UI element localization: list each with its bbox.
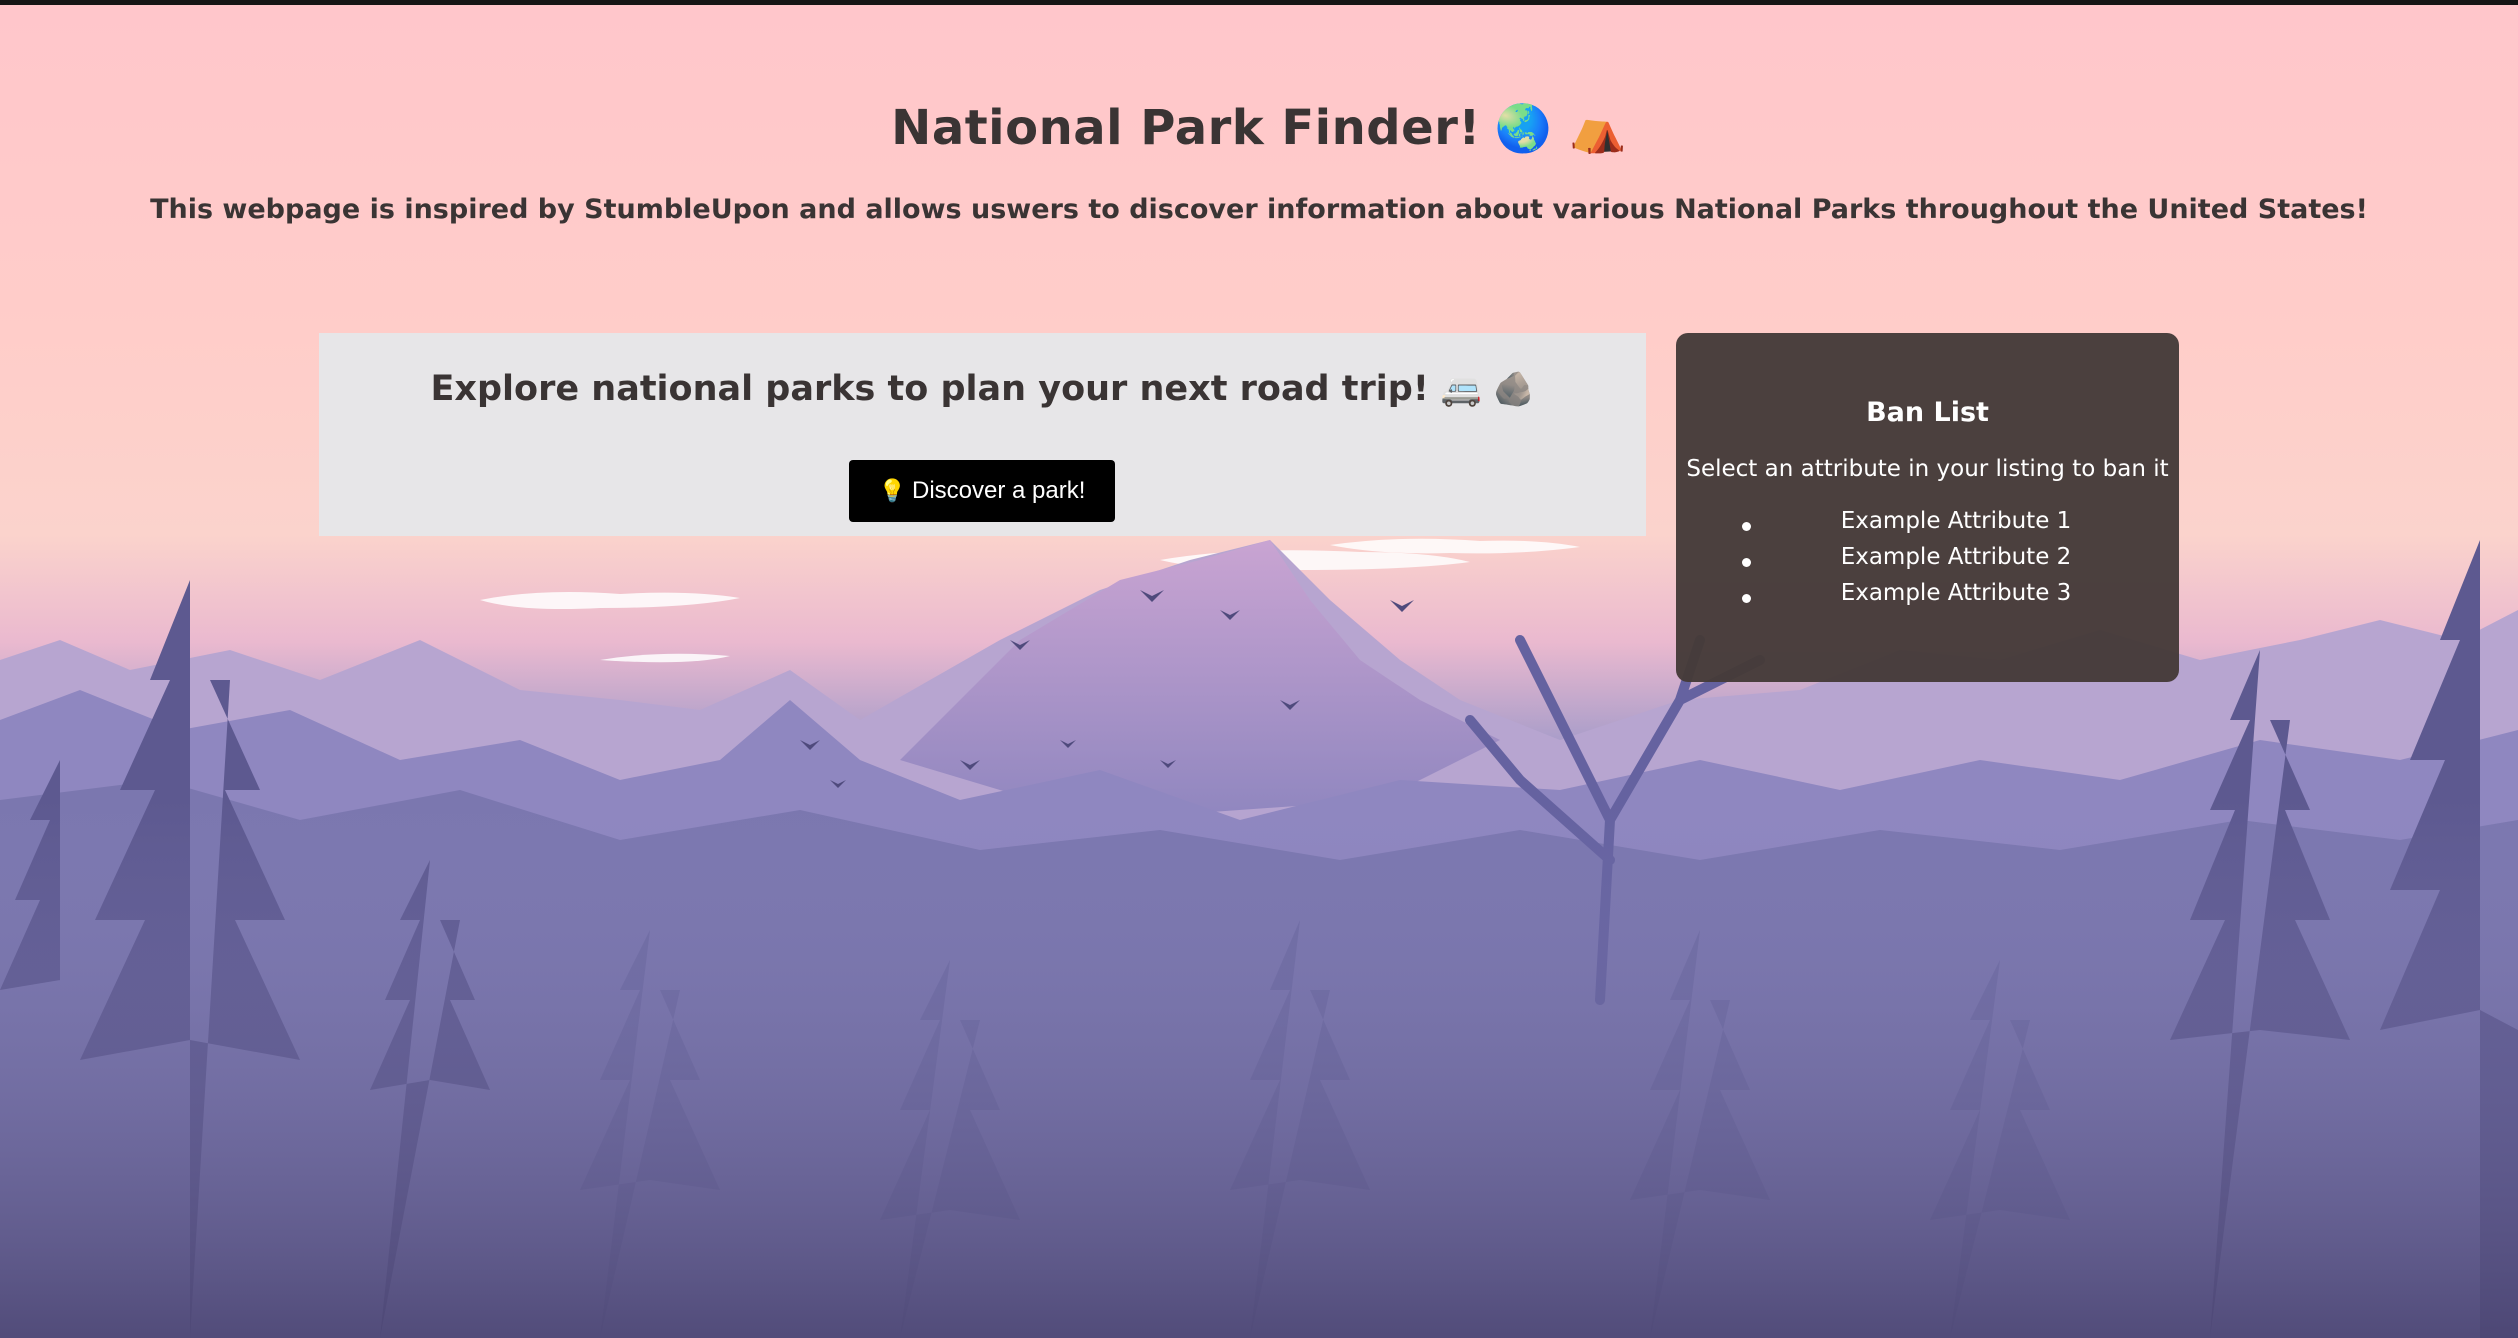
ban-list-instruction: Select an attribute in your listing to b… [1686, 456, 2169, 482]
lightbulb-icon: 💡 [878, 478, 906, 503]
ban-list: Example Attribute 1 Example Attribute 2 … [1676, 508, 2179, 616]
page-title: National Park Finder! 🌏 ⛺ [0, 100, 2518, 156]
van-rock-emoji-icon: 🚐 🪨 [1440, 369, 1535, 408]
ban-list-title: Ban List [1866, 397, 1989, 428]
explore-heading: Explore national parks to plan your next… [319, 369, 1646, 409]
ban-list-item[interactable]: Example Attribute 3 [1676, 580, 2179, 616]
explore-heading-text: Explore national parks to plan your next… [430, 369, 1429, 409]
ban-list-item[interactable]: Example Attribute 2 [1676, 544, 2179, 580]
discover-button-label: Discover a park! [912, 477, 1086, 504]
page-subtitle: This webpage is inspired by StumbleUpon … [150, 194, 2368, 225]
discover-park-button[interactable]: 💡 Discover a park! [849, 460, 1115, 522]
ban-list-item[interactable]: Example Attribute 1 [1676, 508, 2179, 544]
ban-list-item-label: Example Attribute 3 [1840, 580, 2072, 606]
explore-panel: Explore national parks to plan your next… [319, 333, 1646, 536]
title-text: National Park Finder! [891, 100, 1481, 156]
globe-tent-emoji-icon: 🌏 ⛺ [1494, 101, 1627, 155]
ban-list-item-label: Example Attribute 2 [1840, 544, 2072, 570]
page-header: National Park Finder! 🌏 ⛺ This webpage is… [0, 100, 2518, 225]
ban-list-panel: Ban List Select an attribute in your lis… [1676, 333, 2179, 682]
ban-list-item-label: Example Attribute 1 [1840, 508, 2072, 534]
page-background: National Park Finder! 🌏 ⛺ This webpage is… [0, 0, 2518, 1338]
